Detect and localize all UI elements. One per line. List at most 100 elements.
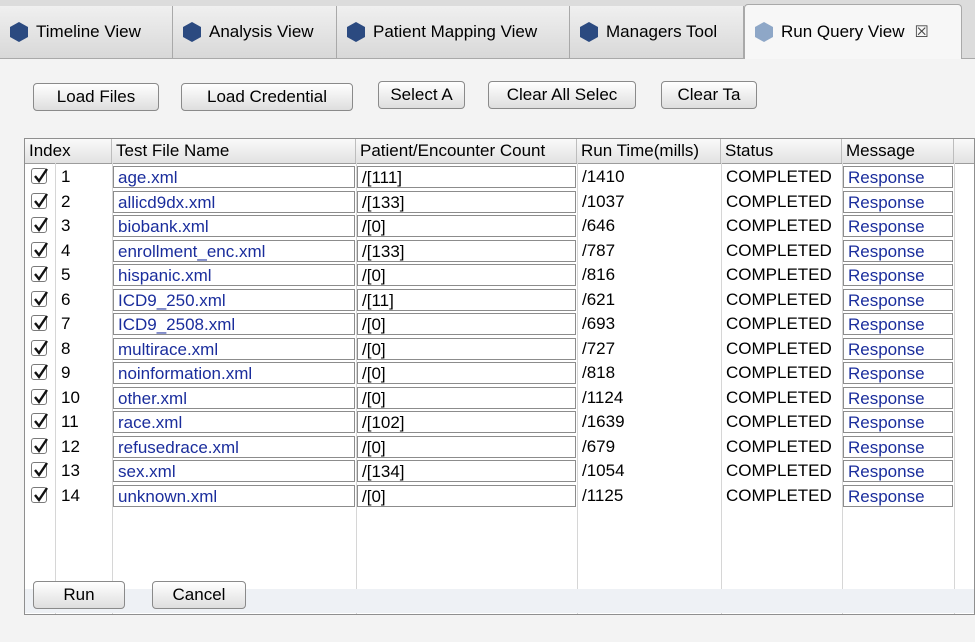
status-value: COMPLETED	[726, 265, 832, 284]
column-header-patient-encounter-count[interactable]: Patient/Encounter Count	[356, 139, 577, 163]
checkbox-checked-icon[interactable]	[31, 241, 48, 258]
checkbox-checked-icon[interactable]	[31, 364, 48, 380]
test-file-name-link[interactable]: multirace.xml	[113, 337, 355, 360]
column-header-status[interactable]: Status	[721, 139, 842, 163]
checkbox-checked-icon[interactable]	[31, 437, 48, 454]
test-file-name-link[interactable]: allicd9dx.xml	[113, 190, 355, 213]
load-credential-button[interactable]: Load Credential	[181, 83, 353, 111]
column-header-test-file-name[interactable]: Test File Name	[112, 139, 356, 163]
table-row[interactable]: 13 sex.xml/[134] /1054 COMPLETED Response	[25, 459, 974, 484]
checkbox-checked-icon[interactable]	[31, 217, 48, 233]
tab-managers-tool[interactable]: Managers Tool	[570, 6, 744, 58]
row-index: 3	[61, 216, 71, 235]
tab-timeline-view[interactable]: Timeline View	[0, 6, 173, 58]
response-link[interactable]: Response	[843, 460, 953, 482]
test-file-name-link[interactable]: hispanic.xml	[113, 264, 355, 286]
response-link[interactable]: Response	[843, 337, 953, 360]
table-row[interactable]: 4 enrollment_enc.xml/[133] /787 COMPLETED Re…	[25, 239, 974, 264]
table-row[interactable]: 2 allicd9dx.xml/[133] /1037 COMPLETED Respon…	[25, 190, 974, 215]
patient-encounter-count: /[0]	[357, 215, 576, 237]
status-value: COMPLETED	[726, 289, 832, 309]
response-link[interactable]: Response	[843, 313, 953, 335]
column-header-run-time[interactable]: Run Time(mills)	[577, 139, 721, 163]
column-header-index[interactable]: Index	[25, 139, 112, 163]
response-link[interactable]: Response	[843, 215, 953, 237]
row-index: 13	[61, 461, 80, 480]
response-link[interactable]: Response	[843, 190, 953, 213]
response-link[interactable]: Response	[843, 484, 953, 507]
clear-table-button[interactable]: Clear Ta	[661, 81, 757, 109]
checkbox-checked-icon[interactable]	[31, 413, 48, 429]
table-row[interactable]: 1 age.xml/[111] /1410 COMPLETED Response	[25, 165, 974, 190]
close-icon[interactable]: ☒	[914, 22, 928, 42]
checkbox-checked-icon[interactable]	[31, 486, 48, 503]
test-file-name-link[interactable]: ICD9_250.xml	[113, 288, 355, 311]
table-row[interactable]: 6 ICD9_250.xml/[11] /621 COMPLETED Response	[25, 288, 974, 313]
tab-label: Run Query View	[781, 22, 905, 41]
test-file-name-link[interactable]: ICD9_2508.xml	[113, 313, 355, 335]
response-link[interactable]: Response	[843, 239, 953, 262]
checkbox-checked-icon[interactable]	[31, 339, 48, 356]
test-file-name-link[interactable]: enrollment_enc.xml	[113, 239, 355, 262]
tab-analysis-view[interactable]: Analysis View	[173, 6, 337, 58]
checkbox-checked-icon[interactable]	[31, 388, 48, 405]
checkbox-checked-icon[interactable]	[31, 462, 48, 478]
patient-encounter-count: /[11]	[357, 288, 576, 311]
table-row[interactable]: 10 other.xml/[0] /1124 COMPLETED Response	[25, 386, 974, 411]
status-value: COMPLETED	[726, 216, 832, 235]
response-link[interactable]: Response	[843, 435, 953, 458]
hexagon-icon	[755, 22, 773, 42]
view-tab-bar: Timeline View Analysis View Patient Mapp…	[0, 0, 975, 59]
run-time-value: /1037	[582, 191, 625, 211]
table-row[interactable]: 12 refusedrace.xml/[0] /679 COMPLETED Respon…	[25, 435, 974, 460]
test-file-name-link[interactable]: race.xml	[113, 411, 355, 433]
select-all-button[interactable]: Select A	[378, 81, 465, 109]
run-time-value: /693	[582, 314, 616, 333]
table-row[interactable]: 3 biobank.xml/[0] /646 COMPLETED Response	[25, 214, 974, 239]
tab-patient-mapping-view[interactable]: Patient Mapping View	[337, 6, 570, 58]
response-link[interactable]: Response	[843, 264, 953, 286]
response-link[interactable]: Response	[843, 362, 953, 384]
column-header-message[interactable]: Message	[842, 139, 954, 163]
row-index: 4	[61, 240, 71, 260]
patient-encounter-count: /[0]	[357, 362, 576, 384]
run-time-value: /1054	[582, 461, 625, 480]
patient-encounter-count: /[0]	[357, 313, 576, 335]
checkbox-checked-icon[interactable]	[31, 192, 48, 209]
response-link[interactable]: Response	[843, 288, 953, 311]
table-row[interactable]: 14 unknown.xml/[0] /1125 COMPLETED Response	[25, 484, 974, 509]
checkbox-checked-icon[interactable]	[31, 168, 48, 184]
patient-encounter-count: /[0]	[357, 386, 576, 409]
response-link[interactable]: Response	[843, 411, 953, 433]
checkbox-checked-icon[interactable]	[31, 315, 48, 331]
checkbox-checked-icon[interactable]	[31, 290, 48, 307]
test-file-name-link[interactable]: age.xml	[113, 166, 355, 188]
test-file-name-link[interactable]: biobank.xml	[113, 215, 355, 237]
response-link[interactable]: Response	[843, 386, 953, 409]
test-file-name-link[interactable]: sex.xml	[113, 460, 355, 482]
test-file-name-link[interactable]: other.xml	[113, 386, 355, 409]
clear-all-selected-button[interactable]: Clear All Selec	[488, 81, 636, 109]
status-value: COMPLETED	[726, 436, 832, 456]
table-row[interactable]: 9 noinformation.xml/[0] /818 COMPLETED Respo…	[25, 361, 974, 386]
response-link[interactable]: Response	[843, 166, 953, 188]
column-header-filler	[954, 139, 974, 163]
load-files-button[interactable]: Load Files	[33, 83, 159, 111]
run-button[interactable]: Run	[33, 581, 125, 609]
table-row[interactable]: 11 race.xml/[102] /1639 COMPLETED Response	[25, 410, 974, 435]
table-row[interactable]: 5 hispanic.xml/[0] /816 COMPLETED Response	[25, 263, 974, 288]
row-index: 14	[61, 485, 80, 505]
table-row[interactable]: 8 multirace.xml/[0] /727 COMPLETED Response	[25, 337, 974, 362]
table-row[interactable]: 7 ICD9_2508.xml/[0] /693 COMPLETED Response	[25, 312, 974, 337]
test-file-name-link[interactable]: noinformation.xml	[113, 362, 355, 384]
cancel-button[interactable]: Cancel	[152, 581, 246, 609]
patient-encounter-count: /[111]	[357, 166, 576, 188]
checkbox-checked-icon[interactable]	[31, 266, 48, 282]
row-index: 10	[61, 387, 80, 407]
test-file-name-link[interactable]: refusedrace.xml	[113, 435, 355, 458]
run-time-value: /1124	[582, 387, 624, 407]
status-value: COMPLETED	[726, 167, 832, 186]
tab-run-query-view[interactable]: Run Query View ☒	[744, 4, 962, 59]
test-file-name-link[interactable]: unknown.xml	[113, 484, 355, 507]
hexagon-icon	[183, 22, 201, 42]
